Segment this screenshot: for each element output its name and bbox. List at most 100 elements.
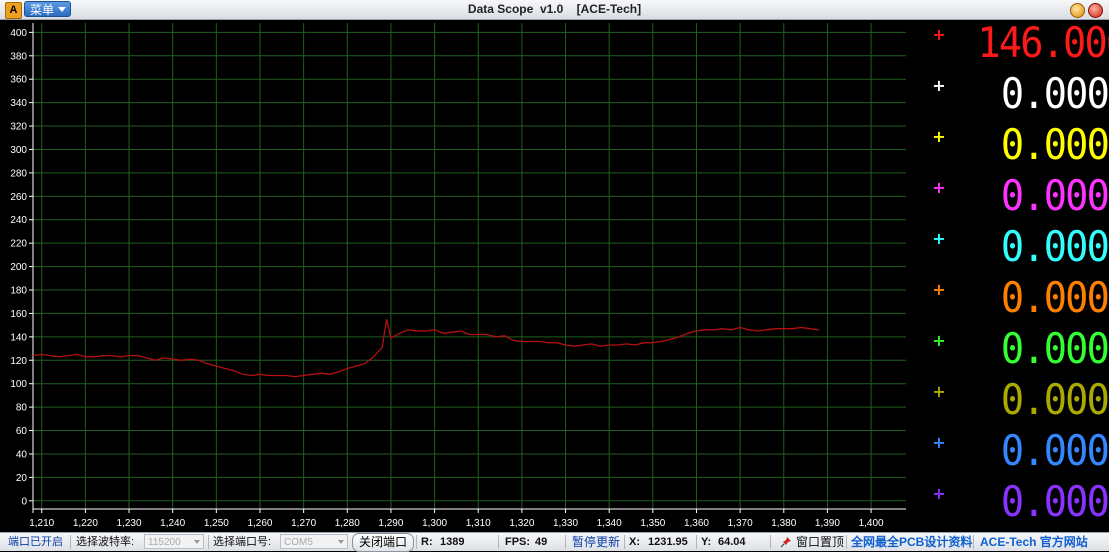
y-tick-label: 220 bbox=[10, 239, 27, 250]
channel-toggle-plus-icon[interactable]: + bbox=[932, 76, 946, 95]
cursor-y-value: 64.04 bbox=[718, 536, 746, 548]
channel-toggle-plus-icon[interactable]: + bbox=[932, 280, 946, 299]
channel-toggle-plus-icon[interactable]: + bbox=[932, 382, 946, 401]
y-tick-label: 200 bbox=[10, 262, 27, 273]
x-tick-label: 1,300 bbox=[422, 518, 447, 529]
y-tick-label: 120 bbox=[10, 356, 27, 367]
port-number-select[interactable]: COM5 bbox=[280, 534, 348, 549]
channel-value-display: 0.000 bbox=[1000, 171, 1109, 220]
cursor-x-value: 1231.95 bbox=[648, 536, 688, 548]
y-tick-label: 20 bbox=[16, 473, 28, 484]
channel-value-display: 0.000 bbox=[1000, 69, 1109, 118]
x-tick-label: 1,250 bbox=[204, 518, 229, 529]
y-tick-label: 80 bbox=[16, 403, 28, 414]
scope-plot-area[interactable]: 0 20 40 60 80 100 120 140 160 180 200 220 240 260 280 3… bbox=[0, 21, 922, 532]
y-tick-label: 360 bbox=[10, 75, 27, 86]
channel-value-display: 0.000 bbox=[1000, 222, 1109, 271]
y-tick-label: 100 bbox=[10, 379, 27, 390]
x-tick-label: 1,320 bbox=[509, 518, 534, 529]
channel-toggle-plus-icon[interactable]: + bbox=[932, 433, 946, 452]
y-tick-label: 340 bbox=[10, 98, 27, 109]
x-tick-label: 1,350 bbox=[640, 518, 665, 529]
channel-value-display: 0.000 bbox=[1000, 324, 1109, 373]
status-divider bbox=[70, 535, 71, 549]
y-tick-label: 180 bbox=[10, 286, 27, 297]
pin-window-on-top-button[interactable]: 窗口置顶 bbox=[796, 535, 844, 550]
window-title: Data Scope v1.0 [ACE-Tech] bbox=[467, 2, 642, 16]
channel-meter-panel: +146.000 +0.000 +0.000 +0.000 +0.000 +0.000 +0… bbox=[922, 18, 1109, 532]
channel-toggle-plus-icon[interactable]: + bbox=[932, 127, 946, 146]
channel-value-display: 0.000 bbox=[1000, 120, 1109, 169]
y-tick-label: 320 bbox=[10, 122, 27, 133]
baud-rate-label: 选择波特率: bbox=[76, 536, 135, 548]
pause-update-button[interactable]: 暂停更新 bbox=[572, 535, 620, 550]
y-tick-label: 400 bbox=[10, 28, 27, 39]
channel-toggle-plus-icon[interactable]: + bbox=[932, 331, 946, 350]
y-tick-label: 60 bbox=[16, 426, 28, 437]
status-divider bbox=[624, 535, 625, 549]
channel-value-display: 146.000 bbox=[977, 18, 1109, 67]
series-line bbox=[32, 319, 819, 378]
x-tick-label: 1,270 bbox=[291, 518, 316, 529]
cursor-y-label: Y: bbox=[701, 536, 712, 548]
y-tick-label: 40 bbox=[16, 449, 28, 460]
y-tick-label: 280 bbox=[10, 168, 27, 179]
pin-icon bbox=[780, 537, 791, 548]
scope-chart[interactable]: 0 20 40 60 80 100 120 140 160 180 200 220 240 260 280 3… bbox=[0, 21, 922, 532]
status-divider bbox=[498, 535, 499, 549]
y-tick-label: 160 bbox=[10, 309, 27, 320]
x-tick-label: 1,330 bbox=[553, 518, 578, 529]
baud-rate-select[interactable]: 115200 bbox=[144, 534, 204, 549]
x-tick-label: 1,280 bbox=[335, 518, 360, 529]
channel-value-display: 0.000 bbox=[1000, 273, 1109, 322]
status-divider bbox=[696, 535, 697, 549]
status-divider bbox=[770, 535, 771, 549]
status-divider bbox=[565, 535, 566, 549]
x-tick-label: 1,340 bbox=[597, 518, 622, 529]
x-tick-label: 1,370 bbox=[728, 518, 753, 529]
status-bar: 端口已开启 选择波特率: 115200 选择端口号: COM5 关闭端口 R: … bbox=[0, 532, 1109, 552]
close-port-button[interactable]: 关闭端口 bbox=[352, 533, 414, 552]
port-number-label: 选择端口号: bbox=[213, 536, 272, 548]
y-tick-label: 140 bbox=[10, 332, 27, 343]
x-tick-label: 1,210 bbox=[29, 518, 54, 529]
y-tick-label: 260 bbox=[10, 192, 27, 203]
x-tick-label: 1,260 bbox=[247, 518, 272, 529]
x-tick-label: 1,290 bbox=[378, 518, 403, 529]
y-tick-label: 300 bbox=[10, 145, 27, 156]
title-bar: A 菜单 Data Scope v1.0 [ACE-Tech] bbox=[0, 0, 1109, 20]
x-tick-label: 1,360 bbox=[684, 518, 709, 529]
channel-value-display: 0.000 bbox=[1000, 477, 1109, 526]
status-divider bbox=[208, 535, 209, 549]
close-button[interactable] bbox=[1088, 3, 1103, 18]
r-value: 1389 bbox=[440, 536, 465, 548]
pcb-resources-link[interactable]: 全网最全PCB设计资料 bbox=[851, 535, 972, 550]
x-tick-label: 1,400 bbox=[859, 518, 884, 529]
status-divider bbox=[416, 535, 417, 549]
port-status-text: 端口已开启 bbox=[8, 536, 63, 548]
x-tick-label: 1,220 bbox=[73, 518, 98, 529]
x-tick-label: 1,310 bbox=[466, 518, 491, 529]
channel-toggle-plus-icon[interactable]: + bbox=[932, 25, 946, 44]
minimize-button[interactable] bbox=[1070, 3, 1085, 18]
chevron-down-icon bbox=[338, 540, 344, 544]
y-tick-label: 380 bbox=[10, 51, 27, 62]
baud-rate-value: 115200 bbox=[148, 537, 181, 548]
y-tick-label: 0 bbox=[21, 496, 27, 507]
channel-value-display: 0.000 bbox=[1000, 375, 1109, 424]
fps-value: 49 bbox=[535, 536, 548, 548]
fps-label: FPS: bbox=[505, 536, 531, 548]
x-tick-label: 1,230 bbox=[117, 518, 142, 529]
chevron-down-icon bbox=[194, 540, 200, 544]
channel-toggle-plus-icon[interactable]: + bbox=[932, 178, 946, 197]
ace-tech-website-link[interactable]: ACE-Tech 官方网站 bbox=[980, 535, 1088, 550]
cursor-x-label: X: bbox=[629, 536, 640, 548]
y-tick-label: 240 bbox=[10, 215, 27, 226]
x-tick-label: 1,380 bbox=[771, 518, 796, 529]
channel-toggle-plus-icon[interactable]: + bbox=[932, 484, 946, 503]
channel-toggle-plus-icon[interactable]: + bbox=[932, 229, 946, 248]
x-tick-label: 1,390 bbox=[815, 518, 840, 529]
port-number-value: COM5 bbox=[284, 537, 313, 548]
status-divider bbox=[846, 535, 847, 549]
x-tick-label: 1,240 bbox=[160, 518, 185, 529]
